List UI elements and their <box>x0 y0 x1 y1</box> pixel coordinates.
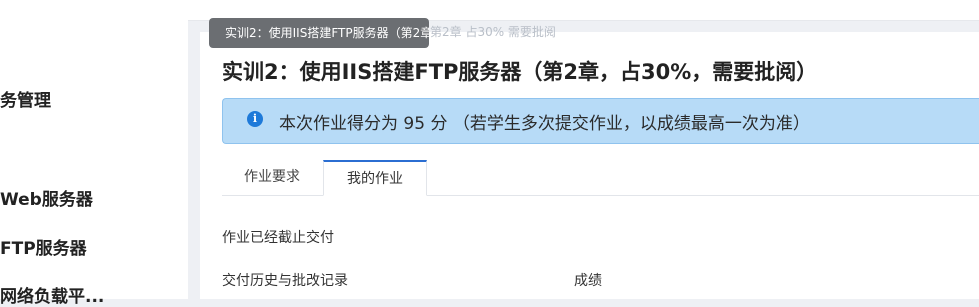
deadline-status: 作业已经截止交付 <box>222 230 334 246</box>
title-tooltip: 实训2：使用IIS搭建FTP服务器（第2章，占30%，需要批阅） <box>209 18 429 48</box>
info-icon: i <box>247 111 263 127</box>
submission-history-label: 交付历史与批改记录 <box>222 273 348 289</box>
score-alert-text: 本次作业得分为 95 分 （若学生多次提交作业，以成绩最高一次为准） <box>279 114 810 134</box>
sidebar-item-service-management[interactable]: 务管理 <box>0 86 188 111</box>
top-bar <box>0 0 979 21</box>
sidebar-item-web-server[interactable]: Web服务器 <box>0 185 188 210</box>
sidebar: 务管理 Web服务器 FTP服务器 网络负载平... <box>0 20 188 307</box>
tab-my-assignment[interactable]: 我的作业 <box>323 160 427 196</box>
breadcrumb: 第2章 占30% 需要批阅 <box>430 25 556 39</box>
page-title: 实训2：使用IIS搭建FTP服务器（第2章，占30%，需要批阅） <box>222 60 818 84</box>
sidebar-item-network-load-balancing[interactable]: 网络负载平... <box>0 282 188 307</box>
sidebar-item-ftp-server[interactable]: FTP服务器 <box>0 234 188 259</box>
score-alert: i 本次作业得分为 95 分 （若学生多次提交作业，以成绩最高一次为准） <box>222 98 979 144</box>
tab-assignment-requirements[interactable]: 作业要求 <box>222 160 322 195</box>
tab-bar: 作业要求 我的作业 <box>222 160 979 196</box>
score-column-label: 成绩 <box>574 273 602 289</box>
